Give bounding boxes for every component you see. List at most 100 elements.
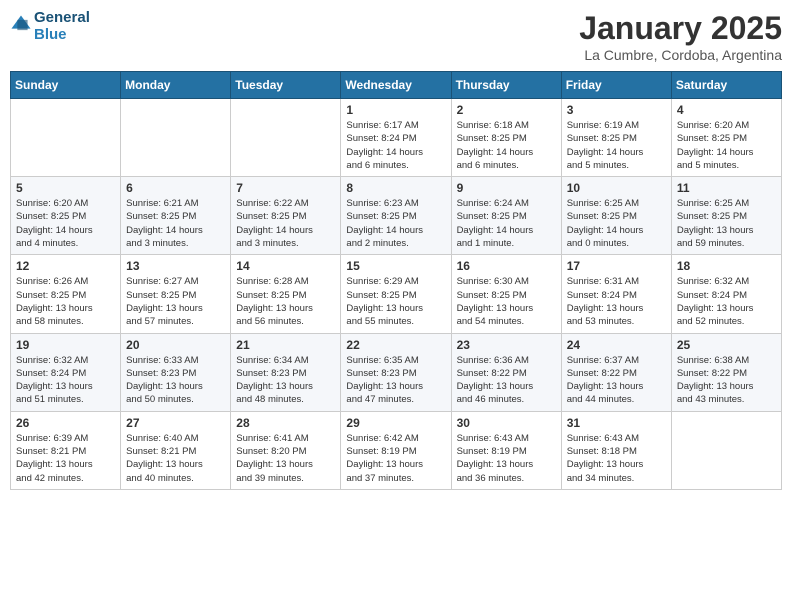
day-number: 30 <box>457 416 556 430</box>
day-cell: 15Sunrise: 6:29 AMSunset: 8:25 PMDayligh… <box>341 255 451 333</box>
calendar-table: SundayMondayTuesdayWednesdayThursdayFrid… <box>10 71 782 490</box>
day-info: Sunrise: 6:18 AMSunset: 8:25 PMDaylight:… <box>457 119 556 172</box>
day-number: 27 <box>126 416 225 430</box>
day-info: Sunrise: 6:32 AMSunset: 8:24 PMDaylight:… <box>16 354 115 407</box>
day-info: Sunrise: 6:32 AMSunset: 8:24 PMDaylight:… <box>677 275 776 328</box>
week-row-2: 5 Sunrise: 6:20 AMSunset: 8:25 PMDaylight… <box>11 177 782 255</box>
days-header-row: SundayMondayTuesdayWednesdayThursdayFrid… <box>11 72 782 99</box>
day-cell <box>121 99 231 177</box>
logo: General Blue <box>10 10 90 43</box>
day-number: 28 <box>236 416 335 430</box>
day-info: Sunrise: 6:20 AMSunset: 8:25 PMDaylight:… <box>16 197 115 250</box>
day-cell: 8 Sunrise: 6:23 AMSunset: 8:25 PMDaylight… <box>341 177 451 255</box>
week-row-4: 19 Sunrise: 6:32 AMSunset: 8:24 PMDayligh… <box>11 333 782 411</box>
day-info: Sunrise: 6:20 AMSunset: 8:25 PMDaylight:… <box>677 119 776 172</box>
day-cell: 31Sunrise: 6:43 AMSunset: 8:18 PMDayligh… <box>561 411 671 489</box>
day-info: Sunrise: 6:36 AMSunset: 8:22 PMDaylight:… <box>457 354 556 407</box>
day-number: 17 <box>567 259 666 273</box>
day-info: Sunrise: 6:28 AMSunset: 8:25 PMDaylight:… <box>236 275 335 328</box>
day-cell: 12Sunrise: 6:26 AMSunset: 8:25 PMDayligh… <box>11 255 121 333</box>
day-info: Sunrise: 6:27 AMSunset: 8:25 PMDaylight:… <box>126 275 225 328</box>
day-info: Sunrise: 6:25 AMSunset: 8:25 PMDaylight:… <box>567 197 666 250</box>
day-cell: 5 Sunrise: 6:20 AMSunset: 8:25 PMDaylight… <box>11 177 121 255</box>
day-info: Sunrise: 6:31 AMSunset: 8:24 PMDaylight:… <box>567 275 666 328</box>
day-cell: 22 Sunrise: 6:35 AMSunset: 8:23 PMDayligh… <box>341 333 451 411</box>
day-number: 8 <box>346 181 445 195</box>
day-header-sunday: Sunday <box>11 72 121 99</box>
day-number: 19 <box>16 338 115 352</box>
day-cell: 26 Sunrise: 6:39 AMSunset: 8:21 PMDayligh… <box>11 411 121 489</box>
day-number: 4 <box>677 103 776 117</box>
day-cell: 24Sunrise: 6:37 AMSunset: 8:22 PMDayligh… <box>561 333 671 411</box>
week-row-5: 26 Sunrise: 6:39 AMSunset: 8:21 PMDayligh… <box>11 411 782 489</box>
day-info: Sunrise: 6:26 AMSunset: 8:25 PMDaylight:… <box>16 275 115 328</box>
day-cell <box>231 99 341 177</box>
day-header-saturday: Saturday <box>671 72 781 99</box>
day-cell: 29 Sunrise: 6:42 AMSunset: 8:19 PMDayligh… <box>341 411 451 489</box>
day-cell: 28 Sunrise: 6:41 AMSunset: 8:20 PMDayligh… <box>231 411 341 489</box>
day-number: 24 <box>567 338 666 352</box>
day-cell: 23 Sunrise: 6:36 AMSunset: 8:22 PMDayligh… <box>451 333 561 411</box>
day-cell <box>671 411 781 489</box>
day-cell: 16Sunrise: 6:30 AMSunset: 8:25 PMDayligh… <box>451 255 561 333</box>
day-info: Sunrise: 6:39 AMSunset: 8:21 PMDaylight:… <box>16 432 115 485</box>
day-info: Sunrise: 6:42 AMSunset: 8:19 PMDaylight:… <box>346 432 445 485</box>
location: La Cumbre, Cordoba, Argentina <box>579 47 782 63</box>
day-cell: 4 Sunrise: 6:20 AMSunset: 8:25 PMDaylight… <box>671 99 781 177</box>
day-cell: 7 Sunrise: 6:22 AMSunset: 8:25 PMDaylight… <box>231 177 341 255</box>
day-number: 5 <box>16 181 115 195</box>
day-info: Sunrise: 6:22 AMSunset: 8:25 PMDaylight:… <box>236 197 335 250</box>
day-cell: 30 Sunrise: 6:43 AMSunset: 8:19 PMDayligh… <box>451 411 561 489</box>
day-number: 26 <box>16 416 115 430</box>
logo-icon <box>10 14 32 36</box>
day-number: 13 <box>126 259 225 273</box>
day-info: Sunrise: 6:41 AMSunset: 8:20 PMDaylight:… <box>236 432 335 485</box>
day-number: 31 <box>567 416 666 430</box>
week-row-1: 1Sunrise: 6:17 AMSunset: 8:24 PMDaylight… <box>11 99 782 177</box>
week-row-3: 12Sunrise: 6:26 AMSunset: 8:25 PMDayligh… <box>11 255 782 333</box>
day-cell <box>11 99 121 177</box>
day-cell: 1Sunrise: 6:17 AMSunset: 8:24 PMDaylight… <box>341 99 451 177</box>
day-info: Sunrise: 6:30 AMSunset: 8:25 PMDaylight:… <box>457 275 556 328</box>
day-number: 6 <box>126 181 225 195</box>
day-number: 22 <box>346 338 445 352</box>
day-number: 15 <box>346 259 445 273</box>
day-info: Sunrise: 6:34 AMSunset: 8:23 PMDaylight:… <box>236 354 335 407</box>
day-number: 7 <box>236 181 335 195</box>
day-number: 20 <box>126 338 225 352</box>
page: General Blue January 2025 La Cumbre, Cor… <box>0 0 792 612</box>
day-number: 21 <box>236 338 335 352</box>
day-cell: 25Sunrise: 6:38 AMSunset: 8:22 PMDayligh… <box>671 333 781 411</box>
logo-text: General Blue <box>34 10 90 43</box>
day-number: 29 <box>346 416 445 430</box>
header: General Blue January 2025 La Cumbre, Cor… <box>10 10 782 63</box>
day-cell: 17 Sunrise: 6:31 AMSunset: 8:24 PMDayligh… <box>561 255 671 333</box>
day-number: 3 <box>567 103 666 117</box>
day-cell: 20 Sunrise: 6:33 AMSunset: 8:23 PMDayligh… <box>121 333 231 411</box>
day-number: 11 <box>677 181 776 195</box>
day-info: Sunrise: 6:43 AMSunset: 8:19 PMDaylight:… <box>457 432 556 485</box>
day-cell: 27Sunrise: 6:40 AMSunset: 8:21 PMDayligh… <box>121 411 231 489</box>
day-cell: 18Sunrise: 6:32 AMSunset: 8:24 PMDayligh… <box>671 255 781 333</box>
day-cell: 13 Sunrise: 6:27 AMSunset: 8:25 PMDayligh… <box>121 255 231 333</box>
day-cell: 11 Sunrise: 6:25 AMSunset: 8:25 PMDayligh… <box>671 177 781 255</box>
day-info: Sunrise: 6:24 AMSunset: 8:25 PMDaylight:… <box>457 197 556 250</box>
day-cell: 6 Sunrise: 6:21 AMSunset: 8:25 PMDaylight… <box>121 177 231 255</box>
day-info: Sunrise: 6:23 AMSunset: 8:25 PMDaylight:… <box>346 197 445 250</box>
day-cell: 9Sunrise: 6:24 AMSunset: 8:25 PMDaylight… <box>451 177 561 255</box>
day-cell: 10 Sunrise: 6:25 AMSunset: 8:25 PMDayligh… <box>561 177 671 255</box>
day-header-tuesday: Tuesday <box>231 72 341 99</box>
day-info: Sunrise: 6:35 AMSunset: 8:23 PMDaylight:… <box>346 354 445 407</box>
day-cell: 3Sunrise: 6:19 AMSunset: 8:25 PMDaylight… <box>561 99 671 177</box>
day-info: Sunrise: 6:17 AMSunset: 8:24 PMDaylight:… <box>346 119 445 172</box>
day-header-friday: Friday <box>561 72 671 99</box>
day-number: 23 <box>457 338 556 352</box>
day-number: 10 <box>567 181 666 195</box>
day-header-wednesday: Wednesday <box>341 72 451 99</box>
day-info: Sunrise: 6:25 AMSunset: 8:25 PMDaylight:… <box>677 197 776 250</box>
day-info: Sunrise: 6:33 AMSunset: 8:23 PMDaylight:… <box>126 354 225 407</box>
day-cell: 19 Sunrise: 6:32 AMSunset: 8:24 PMDayligh… <box>11 333 121 411</box>
month-title: January 2025 <box>579 10 782 47</box>
day-info: Sunrise: 6:21 AMSunset: 8:25 PMDaylight:… <box>126 197 225 250</box>
day-number: 14 <box>236 259 335 273</box>
